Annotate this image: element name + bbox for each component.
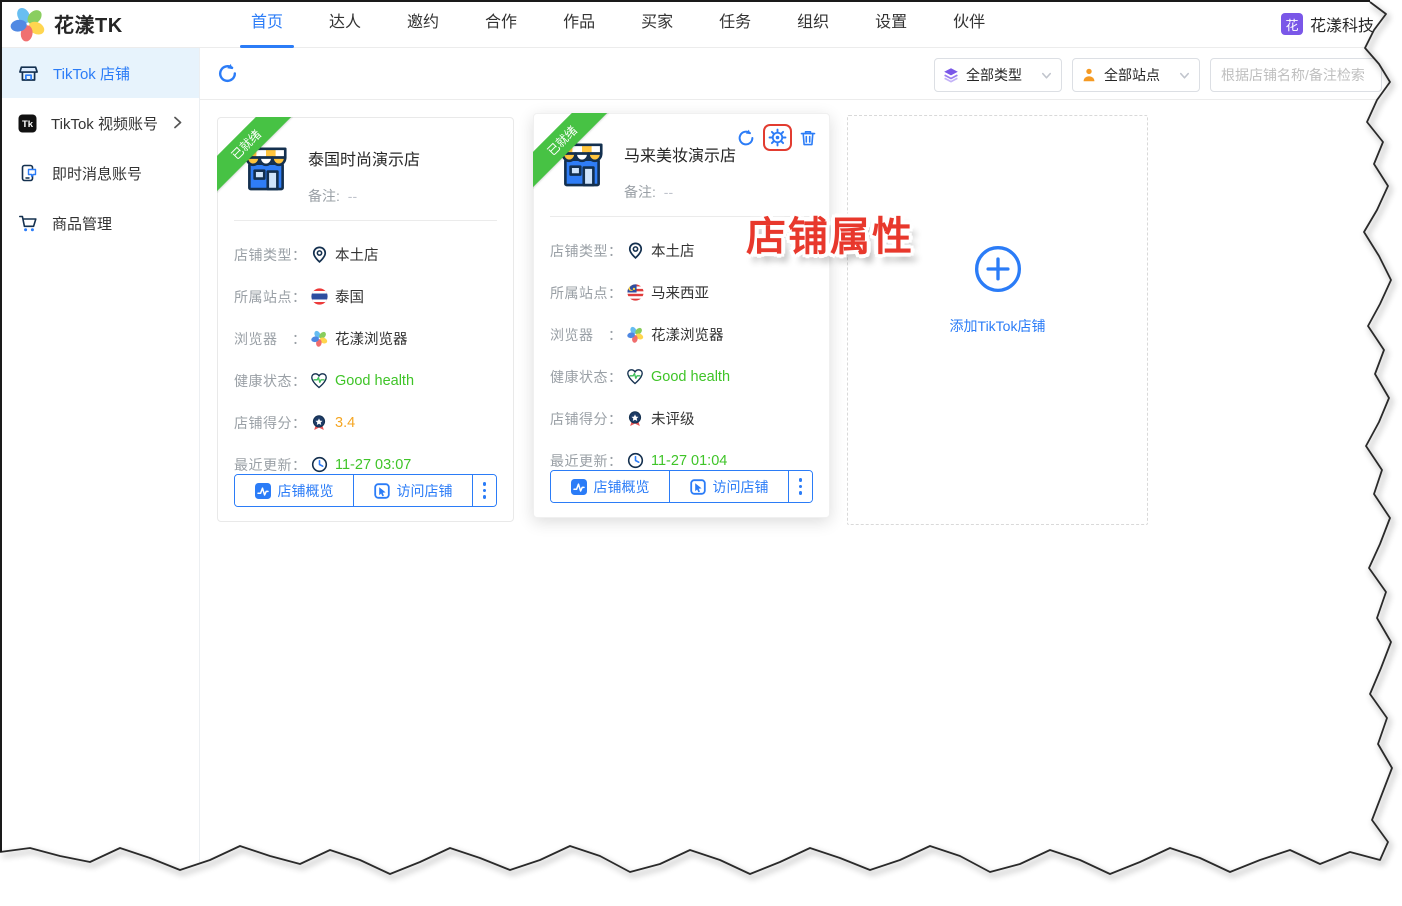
shop-card-thailand: 已就绪 泰国时 (217, 117, 514, 522)
refresh-list-icon[interactable] (216, 62, 239, 85)
nav-tab-tasks[interactable]: 任务 (696, 0, 774, 48)
nav-tab-organization[interactable]: 组织 (774, 0, 852, 48)
sidebar-item-label: 商品管理 (52, 213, 112, 234)
field-score: 店铺得分： 3.4 (234, 414, 497, 431)
flower-icon (310, 330, 328, 348)
top-nav: 首页 达人 邀约 合作 作品 买家 任务 组织 设置 伙伴 (228, 0, 1008, 48)
main-content: 全部类型 全部站点 (200, 48, 1402, 906)
shop-card-malaysia: 已就绪 (533, 113, 830, 518)
sidebar: TikTok 店铺 Tk TikTok 视频账号 即时消息账号 (0, 48, 200, 906)
message-icon (18, 163, 38, 183)
visit-shop-button[interactable]: 访问店铺 (353, 475, 472, 506)
site-filter-select[interactable]: 全部站点 (1072, 58, 1200, 92)
cursor-icon (374, 483, 390, 499)
sidebar-item-label: TikTok 店铺 (53, 63, 130, 84)
clock-icon (626, 452, 644, 470)
cart-icon (18, 213, 38, 233)
shop-overview-button[interactable]: 店铺概览 (235, 475, 353, 506)
app-window: 花漾TK 首页 达人 邀约 合作 作品 买家 任务 组织 设置 伙伴 花 花漾科… (0, 0, 1402, 906)
note-value: -- (664, 184, 673, 200)
type-filter-value: 全部类型 (966, 65, 1033, 85)
health-icon (310, 372, 328, 390)
add-shop-label: 添加TikTok店铺 (950, 316, 1046, 336)
app-title: 花漾TK (54, 9, 123, 38)
refresh-shop-icon[interactable] (736, 128, 756, 148)
type-filter-select[interactable]: 全部类型 (934, 58, 1062, 92)
note-value: -- (348, 188, 357, 204)
shop-toolbar: 全部类型 全部站点 (200, 48, 1402, 100)
shop-overview-button[interactable]: 店铺概览 (551, 471, 669, 502)
brand: 花漾TK (0, 6, 200, 42)
user-name: 花漾科技 (1310, 12, 1374, 36)
app-header: 花漾TK 首页 达人 邀约 合作 作品 买家 任务 组织 设置 伙伴 花 花漾科… (0, 0, 1402, 48)
delete-shop-trash-icon[interactable] (799, 129, 817, 147)
nav-tab-buyers[interactable]: 买家 (618, 0, 696, 48)
shop-title: 泰国时尚演示店 (308, 146, 420, 170)
sidebar-item-im-accounts[interactable]: 即时消息账号 (0, 148, 199, 198)
shop-search-input[interactable] (1210, 58, 1382, 92)
note-label: 备注: (308, 188, 340, 204)
field-browser: 浏览器 ： 花漾浏览器 (234, 330, 497, 347)
chevron-down-icon (1178, 69, 1191, 82)
field-shop-type: 店铺类型： 本土店 (234, 246, 497, 263)
more-actions-button[interactable] (788, 471, 812, 502)
chevron-right-icon (169, 114, 185, 131)
medal-icon (626, 410, 644, 428)
chart-icon (255, 483, 271, 499)
flag-malaysia-icon (626, 284, 644, 302)
sidebar-item-tiktok-video-accounts[interactable]: Tk TikTok 视频账号 (0, 98, 199, 148)
flower-icon (234, 330, 252, 348)
shop-avatar-icon (238, 138, 294, 198)
medal-icon (310, 414, 328, 432)
svg-text:Tk: Tk (22, 119, 34, 130)
layers-icon (943, 67, 959, 83)
field-health: 健康状态： Good health (550, 368, 813, 385)
field-site: 所属站点： 马来西亚 (550, 284, 813, 301)
flower-icon (626, 326, 644, 344)
plus-circle-icon (973, 244, 1023, 294)
cursor-icon (690, 479, 706, 495)
health-icon (626, 368, 644, 386)
field-updated: 最近更新： 11-27 01:04 (550, 452, 813, 469)
flag-thailand-icon (310, 288, 328, 306)
sidebar-item-label: 即时消息账号 (52, 163, 142, 184)
nav-tab-home[interactable]: 首页 (228, 0, 306, 48)
pin-icon (626, 242, 644, 260)
nav-tab-cooperation[interactable]: 合作 (462, 0, 540, 48)
nav-tab-partners[interactable]: 伙伴 (930, 0, 1008, 48)
filters: 全部类型 全部站点 (934, 58, 1382, 92)
shop-avatar-icon (554, 134, 610, 194)
tiktok-icon: Tk (18, 114, 37, 133)
nav-tab-invitations[interactable]: 邀约 (384, 0, 462, 48)
field-health: 健康状态： Good health (234, 372, 497, 389)
field-updated: 最近更新： 11-27 03:07 (234, 456, 497, 473)
user-avatar: 花 (1281, 13, 1303, 35)
site-person-icon (1081, 67, 1097, 83)
sidebar-item-product-management[interactable]: 商品管理 (0, 198, 199, 248)
more-actions-button[interactable] (472, 475, 496, 506)
pin-icon (310, 246, 328, 264)
site-filter-value: 全部站点 (1104, 65, 1171, 85)
chevron-down-icon (1040, 69, 1053, 82)
shop-card-list: 已就绪 泰国时 (217, 117, 1148, 525)
annotation-shop-properties: 店铺属性 (746, 204, 914, 262)
add-tiktok-shop-panel[interactable]: 添加TikTok店铺 (847, 115, 1148, 525)
visit-shop-button[interactable]: 访问店铺 (669, 471, 788, 502)
sidebar-item-tiktok-shop[interactable]: TikTok 店铺 (0, 48, 199, 98)
shop-title: 马来美妆演示店 (624, 142, 736, 166)
sidebar-item-label: TikTok 视频账号 (51, 113, 158, 134)
storefront-icon (18, 63, 39, 84)
note-label: 备注: (624, 184, 656, 200)
shop-settings-gear-icon[interactable] (763, 124, 792, 151)
nav-tab-influencers[interactable]: 达人 (306, 0, 384, 48)
app-logo-flower-icon (10, 6, 46, 42)
user-menu[interactable]: 花 花漾科技 (1281, 0, 1374, 48)
field-score: 店铺得分： 未评级 (550, 410, 813, 427)
chart-icon (571, 479, 587, 495)
nav-tab-works[interactable]: 作品 (540, 0, 618, 48)
field-browser: 浏览器 ： 花漾浏览器 (550, 326, 813, 343)
nav-tab-settings[interactable]: 设置 (852, 0, 930, 48)
field-site: 所属站点： 泰国 (234, 288, 497, 305)
clock-icon (310, 456, 328, 474)
